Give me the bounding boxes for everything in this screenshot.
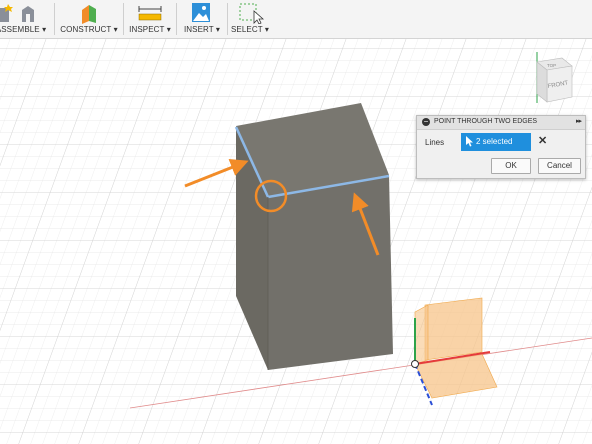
- ok-button[interactable]: OK: [491, 158, 531, 174]
- dialog-header: − POINT THROUGH TWO EDGES ▸▸: [417, 116, 585, 130]
- construct-label: CONSTRUCT ▾: [60, 25, 118, 34]
- toolbar-divider: [54, 3, 55, 35]
- insert-icons: [180, 2, 224, 24]
- measure-icon: [138, 6, 162, 21]
- assemble-icon: [0, 4, 34, 22]
- construct-icons: [60, 2, 118, 24]
- box-front-face: [268, 175, 393, 370]
- lines-label: Lines: [425, 138, 445, 147]
- toolbar-divider: [176, 3, 177, 35]
- assemble-icons: [0, 2, 48, 24]
- select-label: SELECT ▾: [230, 25, 269, 34]
- cursor-icon: [466, 136, 473, 147]
- insert-image-icon: [192, 3, 210, 22]
- point-through-two-edges-dialog: − POINT THROUGH TWO EDGES ▸▸ Lines 2 sel…: [416, 115, 586, 179]
- origin-plane-side: [414, 304, 429, 365]
- canvas-viewport[interactable]: TOP FRONT: [0, 39, 592, 444]
- clear-selection-icon[interactable]: ✕: [538, 134, 547, 147]
- assemble-menu[interactable]: ASSEMBLE ▾: [0, 0, 48, 38]
- toolbar-divider: [123, 3, 124, 35]
- toolbar: ASSEMBLE ▾ CONSTRUCT ▾ INSPECT ▾ INSERT …: [0, 0, 592, 39]
- lines-selection-button[interactable]: 2 selected: [461, 133, 531, 151]
- toolbar-divider: [227, 3, 228, 35]
- viewcube-top-label: TOP: [547, 63, 556, 68]
- select-icons: [230, 2, 270, 25]
- expand-arrows-icon[interactable]: ▸▸: [576, 117, 582, 125]
- cancel-button[interactable]: Cancel: [538, 158, 581, 174]
- construct-menu[interactable]: CONSTRUCT ▾: [60, 0, 118, 38]
- collapse-icon[interactable]: −: [422, 118, 430, 126]
- origin-plane-vertical: [424, 297, 483, 361]
- insert-menu[interactable]: INSERT ▾: [180, 0, 224, 38]
- insert-label: INSERT ▾: [183, 25, 221, 34]
- assemble-label: ASSEMBLE ▾: [0, 25, 47, 34]
- select-menu[interactable]: SELECT ▾: [230, 0, 270, 38]
- dialog-title: POINT THROUGH TWO EDGES: [434, 118, 538, 125]
- selection-count: 2 selected: [476, 137, 513, 146]
- inspect-label: INSPECT ▾: [129, 25, 171, 34]
- construct-plane-icon: [82, 5, 96, 24]
- origin-point[interactable]: [411, 360, 419, 368]
- inspect-icons: [127, 2, 173, 24]
- select-cursor-icon: [239, 3, 265, 25]
- inspect-menu[interactable]: INSPECT ▾: [127, 0, 173, 38]
